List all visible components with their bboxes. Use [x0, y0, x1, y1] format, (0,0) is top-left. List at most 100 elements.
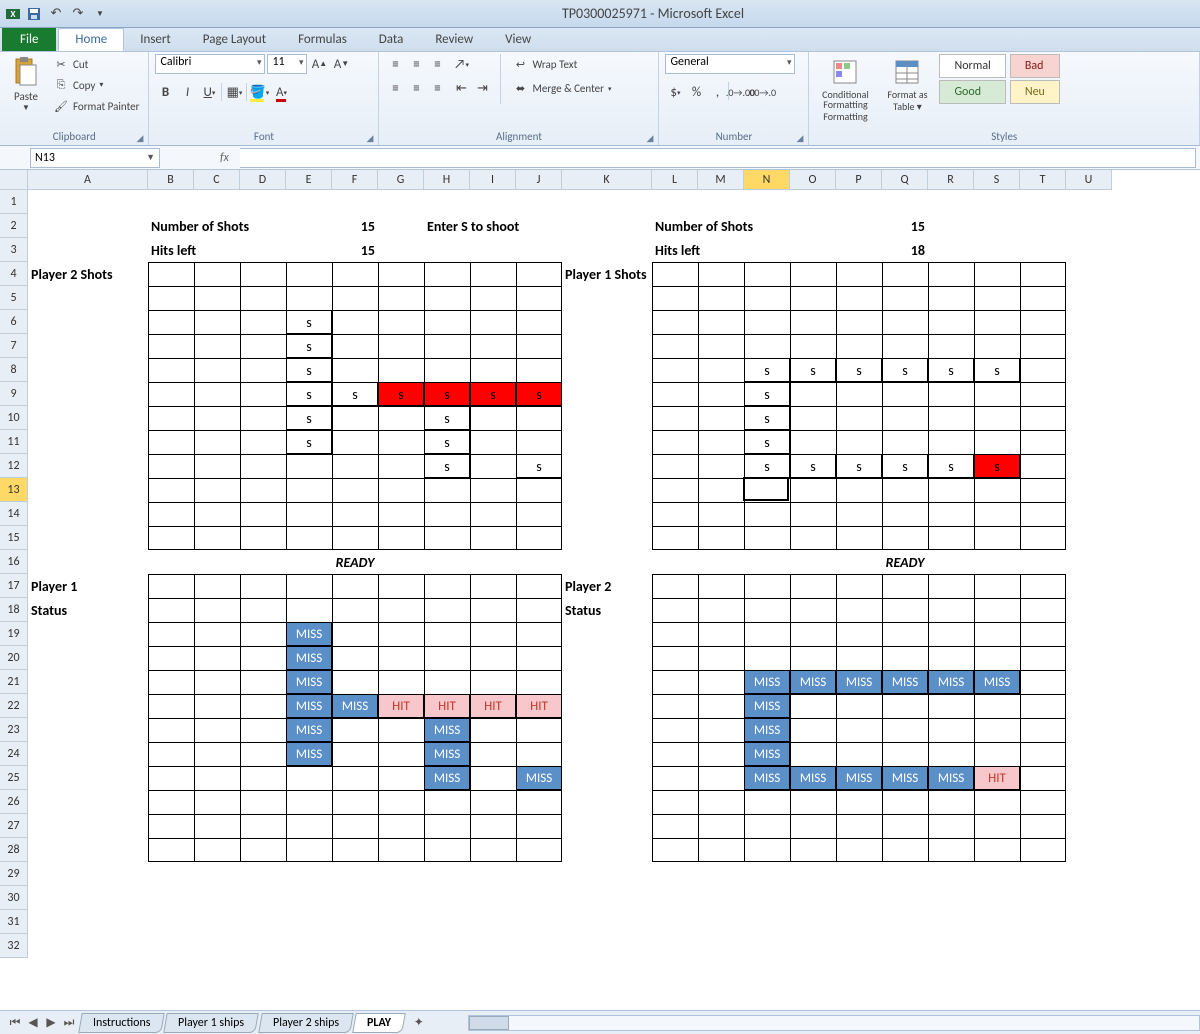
- cell-D9[interactable]: [240, 382, 286, 406]
- style-bad[interactable]: Bad: [1010, 54, 1060, 78]
- cell-T20[interactable]: [1020, 646, 1066, 670]
- cell-B13[interactable]: [148, 478, 194, 502]
- cell-D22[interactable]: [240, 694, 286, 718]
- cell-P15[interactable]: [836, 526, 882, 550]
- cell-G17[interactable]: [378, 574, 424, 598]
- cell-O17[interactable]: [790, 574, 836, 598]
- cell-H2[interactable]: Enter S to shoot: [424, 214, 562, 238]
- cell-C19[interactable]: [194, 622, 240, 646]
- cell-P14[interactable]: [836, 502, 882, 526]
- cell-O10[interactable]: [790, 406, 836, 430]
- cell-I11[interactable]: [470, 430, 516, 454]
- cell-B26[interactable]: [148, 790, 194, 814]
- cell-S10[interactable]: [974, 406, 1020, 430]
- cell-S24[interactable]: [974, 742, 1020, 766]
- grow-font-button[interactable]: A▲: [309, 54, 329, 74]
- cell-T13[interactable]: [1020, 478, 1066, 502]
- cell-I27[interactable]: [470, 814, 516, 838]
- cell-E16[interactable]: READY: [286, 550, 424, 574]
- cell-T9[interactable]: [1020, 382, 1066, 406]
- cell-F17[interactable]: [332, 574, 378, 598]
- cut-button[interactable]: ✂Cut: [50, 54, 142, 74]
- cell-R8[interactable]: s: [928, 358, 974, 382]
- cell-O15[interactable]: [790, 526, 836, 550]
- cell-I19[interactable]: [470, 622, 516, 646]
- style-normal[interactable]: Normal: [939, 54, 1005, 78]
- sheet-tab-instructions[interactable]: Instructions: [78, 1013, 165, 1033]
- merge-center-button[interactable]: ⬌Merge & Center ▾: [509, 78, 614, 98]
- cell-S23[interactable]: [974, 718, 1020, 742]
- cell-T19[interactable]: [1020, 622, 1066, 646]
- cell-M18[interactable]: [698, 598, 744, 622]
- cell-T25[interactable]: [1020, 766, 1066, 790]
- row-header-9[interactable]: 9: [0, 382, 28, 406]
- cell-Q5[interactable]: [882, 286, 928, 310]
- cell-C21[interactable]: [194, 670, 240, 694]
- column-headers[interactable]: ABCDEFGHIJKLMNOPQRSTU: [28, 170, 1112, 190]
- cell-R27[interactable]: [928, 814, 974, 838]
- col-header-F[interactable]: F: [332, 170, 378, 190]
- cell-P6[interactable]: [836, 310, 882, 334]
- row-header-3[interactable]: 3: [0, 238, 28, 262]
- cell-P16[interactable]: READY: [836, 550, 974, 574]
- cell-Q3[interactable]: 18: [882, 238, 928, 262]
- cell-T11[interactable]: [1020, 430, 1066, 454]
- cell-J19[interactable]: [516, 622, 562, 646]
- cell-Q13[interactable]: [882, 478, 928, 502]
- cell-T8[interactable]: [1020, 358, 1066, 382]
- cell-S19[interactable]: [974, 622, 1020, 646]
- cell-O18[interactable]: [790, 598, 836, 622]
- cell-T21[interactable]: [1020, 670, 1066, 694]
- cell-S11[interactable]: [974, 430, 1020, 454]
- cell-S20[interactable]: [974, 646, 1020, 670]
- cell-M8[interactable]: [698, 358, 744, 382]
- cell-Q22[interactable]: [882, 694, 928, 718]
- cell-F10[interactable]: [332, 406, 378, 430]
- cell-C28[interactable]: [194, 838, 240, 862]
- cell-P28[interactable]: [836, 838, 882, 862]
- cell-Q15[interactable]: [882, 526, 928, 550]
- cell-L27[interactable]: [652, 814, 698, 838]
- cell-O22[interactable]: [790, 694, 836, 718]
- cell-R11[interactable]: [928, 430, 974, 454]
- cell-F14[interactable]: [332, 502, 378, 526]
- cell-J22[interactable]: HIT: [516, 694, 562, 718]
- cell-H25[interactable]: MISS: [424, 766, 470, 790]
- row-header-29[interactable]: 29: [0, 862, 28, 886]
- cell-N27[interactable]: [744, 814, 790, 838]
- cell-P13[interactable]: [836, 478, 882, 502]
- cell-P8[interactable]: s: [836, 358, 882, 382]
- cell-C26[interactable]: [194, 790, 240, 814]
- cell-T26[interactable]: [1020, 790, 1066, 814]
- cell-P24[interactable]: [836, 742, 882, 766]
- align-bottom-button[interactable]: ≡: [427, 54, 447, 74]
- cell-Q21[interactable]: MISS: [882, 670, 928, 694]
- cell-H9[interactable]: s: [424, 382, 470, 406]
- conditional-formatting-button[interactable]: Conditional Formatting Formatting: [815, 54, 875, 125]
- cell-F2[interactable]: 15: [332, 214, 378, 238]
- col-header-I[interactable]: I: [470, 170, 516, 190]
- cell-I8[interactable]: [470, 358, 516, 382]
- cell-H11[interactable]: s: [424, 430, 470, 454]
- cell-S26[interactable]: [974, 790, 1020, 814]
- row-header-4[interactable]: 4: [0, 262, 28, 286]
- cell-E13[interactable]: [286, 478, 332, 502]
- cell-Q26[interactable]: [882, 790, 928, 814]
- scroll-thumb[interactable]: [469, 1016, 509, 1030]
- col-header-A[interactable]: A: [28, 170, 148, 190]
- cell-F21[interactable]: [332, 670, 378, 694]
- cell-T6[interactable]: [1020, 310, 1066, 334]
- qat-dropdown-icon[interactable]: ▼: [90, 4, 110, 24]
- cell-P26[interactable]: [836, 790, 882, 814]
- cell-N4[interactable]: [744, 262, 790, 286]
- shrink-font-button[interactable]: A▼: [331, 54, 351, 74]
- cell-S18[interactable]: [974, 598, 1020, 622]
- cell-R28[interactable]: [928, 838, 974, 862]
- cell-O7[interactable]: [790, 334, 836, 358]
- cell-I24[interactable]: [470, 742, 516, 766]
- cell-I13[interactable]: [470, 478, 516, 502]
- cell-B10[interactable]: [148, 406, 194, 430]
- clipboard-launcher[interactable]: ◢: [136, 133, 146, 143]
- cell-E21[interactable]: MISS: [286, 670, 332, 694]
- cell-L23[interactable]: [652, 718, 698, 742]
